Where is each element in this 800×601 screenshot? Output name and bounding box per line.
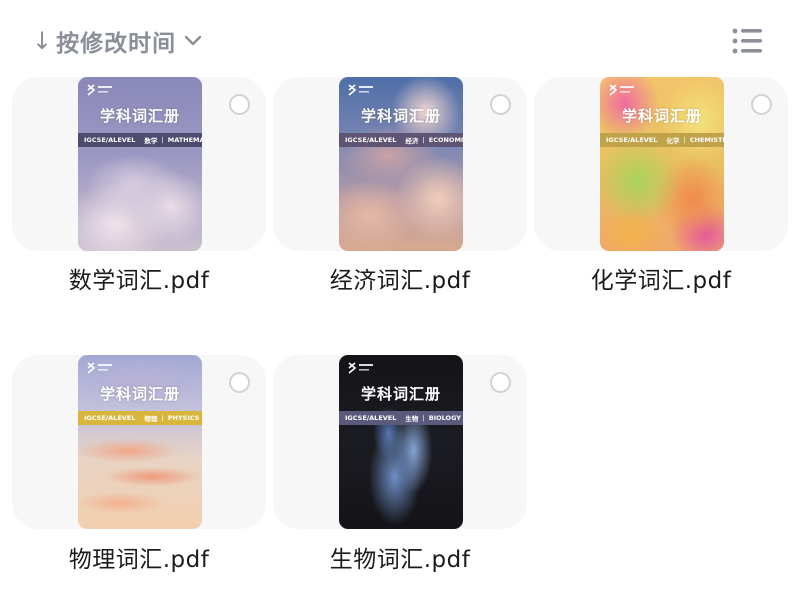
file-card-economics[interactable]: 学科词汇册 IGCSE/ALEVEL 经济 | ECONOMIC	[273, 77, 527, 251]
cover-subject-band: IGCSE/ALEVEL 数学 | MATHEMATICS	[78, 133, 202, 147]
cover-subject-cn: 生物	[405, 415, 419, 423]
cover-subject-en: ECONOMIC	[428, 136, 463, 144]
cover-subject-cn: 物理	[144, 415, 158, 423]
brand-logo-icon	[609, 84, 634, 96]
cover-artwork	[339, 355, 463, 529]
pdf-cover-thumbnail: 学科词汇册 IGCSE/ALEVEL 经济 | ECONOMIC	[339, 77, 463, 251]
select-checkbox[interactable]	[751, 94, 772, 115]
cover-subject-band: IGCSE/ALEVEL 生物 | BIOLOGY	[339, 411, 463, 425]
cover-subject-cn: 化学	[666, 137, 680, 145]
sort-dropdown[interactable]: ↓ 按修改时间	[32, 24, 202, 58]
file-card-chemistry[interactable]: 学科词汇册 IGCSE/ALEVEL 化学 | CHEMISTRY	[534, 77, 788, 251]
sort-label: 按修改时间	[56, 31, 177, 57]
pdf-cover-thumbnail: 学科词汇册 IGCSE/ALEVEL 化学 | CHEMISTRY	[600, 77, 724, 251]
cover-level: IGCSE/ALEVEL	[345, 414, 397, 422]
select-checkbox[interactable]	[490, 94, 511, 115]
file-card-physics[interactable]: 学科词汇册 IGCSE/ALEVEL 物理 | PHYSICS	[12, 355, 266, 529]
cover-subject-en: BIOLOGY	[428, 414, 461, 422]
cover-subject-cn: 数学	[144, 137, 158, 145]
pdf-cover-thumbnail: 学科词汇册 IGCSE/ALEVEL 物理 | PHYSICS	[78, 355, 202, 529]
cover-subject-en: MATHEMATICS	[167, 136, 202, 144]
file-card-math[interactable]: 学科词汇册 IGCSE/ALEVEL 数学 | MATHEMATICS	[12, 77, 266, 251]
cover-subject-cn: 经济	[405, 137, 419, 145]
sort-direction-arrow: ↓	[32, 27, 53, 55]
cover-subject-en: PHYSICS	[167, 414, 200, 422]
file-name[interactable]: 数学词汇.pdf	[12, 261, 266, 295]
cover-artwork	[78, 355, 202, 529]
cover-artwork	[339, 77, 463, 251]
select-checkbox[interactable]	[490, 372, 511, 393]
brand-logo-icon	[87, 362, 112, 374]
cover-title: 学科词汇册	[360, 107, 441, 125]
pdf-cover-thumbnail: 学科词汇册 IGCSE/ALEVEL 数学 | MATHEMATICS	[78, 77, 202, 251]
cover-subject-band: IGCSE/ALEVEL 物理 | PHYSICS	[78, 411, 202, 425]
list-view-icon[interactable]	[730, 26, 764, 56]
chevron-down-icon	[184, 35, 202, 47]
file-name[interactable]: 生物词汇.pdf	[273, 540, 527, 574]
cover-title: 学科词汇册	[99, 107, 180, 125]
file-name[interactable]: 经济词汇.pdf	[273, 261, 527, 295]
cover-subject-en: CHEMISTRY	[689, 136, 724, 144]
cover-artwork	[78, 77, 202, 251]
cover-level: IGCSE/ALEVEL	[84, 136, 136, 144]
cover-title: 学科词汇册	[621, 107, 702, 125]
brand-logo-icon	[348, 362, 373, 374]
cover-level: IGCSE/ALEVEL	[345, 136, 397, 144]
cover-title: 学科词汇册	[99, 385, 180, 403]
file-card-biology[interactable]: 学科词汇册 IGCSE/ALEVEL 生物 | BIOLOGY	[273, 355, 527, 529]
brand-logo-icon	[87, 84, 112, 96]
cover-title: 学科词汇册	[360, 385, 441, 403]
brand-logo-icon	[348, 84, 373, 96]
cover-subject-band: IGCSE/ALEVEL 化学 | CHEMISTRY	[600, 133, 724, 147]
file-name[interactable]: 化学词汇.pdf	[534, 261, 788, 295]
cover-artwork	[600, 77, 724, 251]
cover-level: IGCSE/ALEVEL	[606, 136, 658, 144]
file-name[interactable]: 物理词汇.pdf	[12, 540, 266, 574]
cover-subject-band: IGCSE/ALEVEL 经济 | ECONOMIC	[339, 133, 463, 147]
pdf-cover-thumbnail: 学科词汇册 IGCSE/ALEVEL 生物 | BIOLOGY	[339, 355, 463, 529]
cover-level: IGCSE/ALEVEL	[84, 414, 136, 422]
select-checkbox[interactable]	[229, 372, 250, 393]
select-checkbox[interactable]	[229, 94, 250, 115]
